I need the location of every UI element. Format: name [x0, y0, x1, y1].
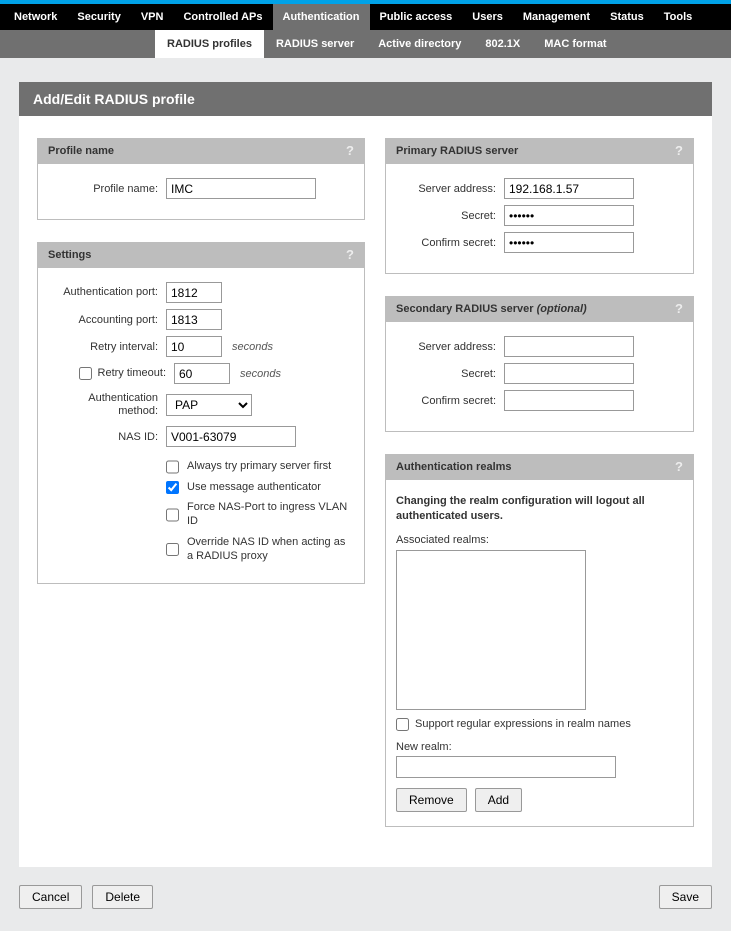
panel-settings: Settings ? Authentication port: Accounti…	[37, 242, 365, 584]
primary-confirm-input[interactable]	[504, 232, 634, 253]
support-regex-checkbox[interactable]	[396, 718, 409, 731]
check-message-auth-label: Use message authenticator	[187, 480, 352, 494]
tab-mac-format[interactable]: MAC format	[532, 30, 618, 58]
left-column: Profile name ? Profile name: Settings ? …	[37, 138, 365, 849]
new-realm-input[interactable]	[396, 756, 616, 778]
nas-id-label: NAS ID:	[48, 431, 166, 443]
primary-addr-label: Server address:	[396, 183, 504, 195]
panel-title-primary: Primary RADIUS server	[396, 145, 518, 157]
nav-network[interactable]: Network	[4, 4, 67, 30]
tab-radius-server[interactable]: RADIUS server	[264, 30, 366, 58]
panel-header-profile: Profile name ?	[38, 139, 364, 164]
check-always-primary[interactable]	[166, 460, 179, 473]
new-realm-label: New realm:	[396, 741, 681, 753]
panel-title-secondary: Secondary RADIUS server	[396, 303, 537, 315]
top-nav: Network Security VPN Controlled APs Auth…	[0, 4, 731, 30]
secondary-confirm-input[interactable]	[504, 390, 634, 411]
associated-realms-label: Associated realms:	[396, 534, 681, 546]
secondary-addr-input[interactable]	[504, 336, 634, 357]
help-icon[interactable]: ?	[346, 143, 354, 158]
panel-auth-realms: Authentication realms ? Changing the rea…	[385, 454, 694, 827]
nav-vpn[interactable]: VPN	[131, 4, 174, 30]
save-button[interactable]: Save	[659, 885, 712, 909]
check-force-nas-port-label: Force NAS-Port to ingress VLAN ID	[187, 500, 352, 529]
nav-authentication[interactable]: Authentication	[273, 4, 370, 30]
panel-title-settings: Settings	[48, 249, 91, 261]
nav-security[interactable]: Security	[67, 4, 130, 30]
auth-method-label: Authentication method:	[48, 390, 166, 420]
tab-8021x[interactable]: 802.1X	[473, 30, 532, 58]
help-icon[interactable]: ?	[675, 459, 683, 474]
panel-profile-name: Profile name ? Profile name:	[37, 138, 365, 220]
primary-confirm-label: Confirm secret:	[396, 237, 504, 249]
sub-nav: RADIUS profiles RADIUS server Active dir…	[0, 30, 731, 58]
profile-name-label: Profile name:	[48, 183, 166, 195]
delete-button[interactable]: Delete	[92, 885, 153, 909]
check-override-nas-id-label: Override NAS ID when acting as a RADIUS …	[187, 535, 352, 564]
help-icon[interactable]: ?	[675, 143, 683, 158]
panel-title-secondary-suffix: (optional)	[537, 303, 587, 315]
footer: Cancel Delete Save	[19, 885, 712, 909]
nav-users[interactable]: Users	[462, 4, 513, 30]
auth-method-select[interactable]: PAP	[166, 394, 252, 416]
secondary-secret-input[interactable]	[504, 363, 634, 384]
acct-port-label: Accounting port:	[48, 314, 166, 326]
primary-secret-label: Secret:	[396, 210, 504, 222]
nav-controlled-aps[interactable]: Controlled APs	[173, 4, 272, 30]
retry-interval-unit: seconds	[232, 341, 273, 353]
acct-port-input[interactable]	[166, 309, 222, 330]
panel-primary-radius: Primary RADIUS server ? Server address: …	[385, 138, 694, 274]
check-force-nas-port[interactable]	[166, 501, 179, 529]
retry-timeout-label: Retry timeout:	[98, 365, 166, 382]
panel-title-realms: Authentication realms	[396, 461, 512, 473]
secondary-confirm-label: Confirm secret:	[396, 395, 504, 407]
retry-interval-label: Retry interval:	[48, 341, 166, 353]
nas-id-input[interactable]	[166, 426, 296, 447]
check-always-primary-label: Always try primary server first	[187, 459, 352, 473]
primary-addr-input[interactable]	[504, 178, 634, 199]
right-column: Primary RADIUS server ? Server address: …	[385, 138, 694, 849]
check-override-nas-id[interactable]	[166, 536, 179, 564]
remove-button[interactable]: Remove	[396, 788, 467, 812]
page-title: Add/Edit RADIUS profile	[19, 82, 712, 116]
auth-port-label: Authentication port:	[48, 284, 166, 301]
secondary-addr-label: Server address:	[396, 341, 504, 353]
panel-header-realms: Authentication realms ?	[386, 455, 693, 480]
nav-status[interactable]: Status	[600, 4, 654, 30]
retry-interval-input[interactable]	[166, 336, 222, 357]
help-icon[interactable]: ?	[346, 247, 354, 262]
tab-radius-profiles[interactable]: RADIUS profiles	[155, 30, 264, 58]
secondary-secret-label: Secret:	[396, 368, 504, 380]
help-icon[interactable]: ?	[675, 301, 683, 316]
retry-timeout-input[interactable]	[174, 363, 230, 384]
nav-tools[interactable]: Tools	[654, 4, 703, 30]
support-regex-label: Support regular expressions in realm nam…	[415, 718, 631, 730]
tab-active-directory[interactable]: Active directory	[366, 30, 473, 58]
panel-secondary-radius: Secondary RADIUS server (optional) ? Ser…	[385, 296, 694, 432]
auth-port-input[interactable]	[166, 282, 222, 303]
check-message-auth[interactable]	[166, 481, 179, 494]
panel-header-settings: Settings ?	[38, 243, 364, 268]
retry-timeout-checkbox[interactable]	[79, 367, 92, 380]
panel-header-secondary: Secondary RADIUS server (optional) ?	[386, 297, 693, 322]
profile-name-input[interactable]	[166, 178, 316, 199]
nav-management[interactable]: Management	[513, 4, 600, 30]
add-button[interactable]: Add	[475, 788, 522, 812]
nav-public-access[interactable]: Public access	[370, 4, 463, 30]
retry-timeout-unit: seconds	[240, 368, 281, 380]
panel-header-primary: Primary RADIUS server ?	[386, 139, 693, 164]
primary-secret-input[interactable]	[504, 205, 634, 226]
content: Profile name ? Profile name: Settings ? …	[19, 116, 712, 867]
panel-title-profile: Profile name	[48, 145, 114, 157]
cancel-button[interactable]: Cancel	[19, 885, 82, 909]
realm-warning: Changing the realm configuration will lo…	[396, 494, 681, 524]
associated-realms-list[interactable]	[396, 550, 586, 710]
